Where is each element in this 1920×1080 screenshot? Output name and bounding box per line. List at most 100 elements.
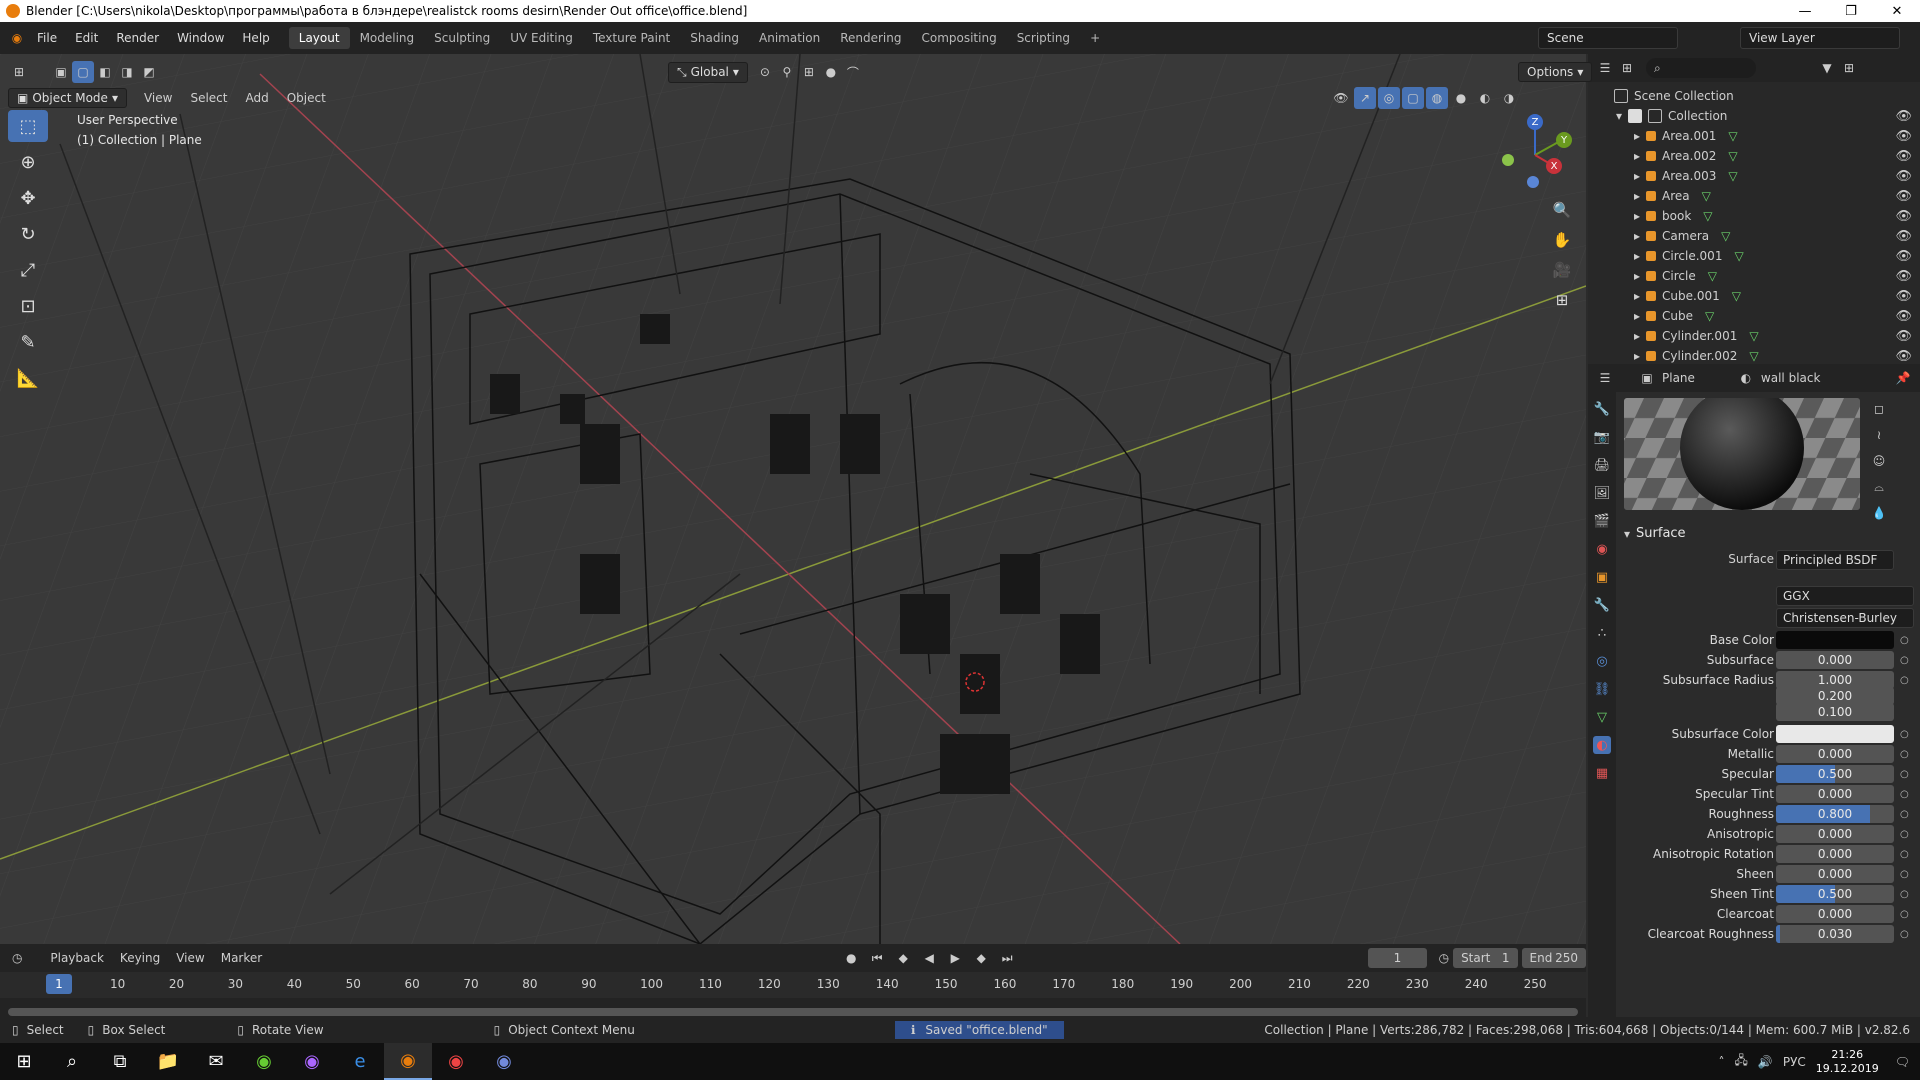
editor-type-icon[interactable]: ☰	[1594, 57, 1616, 79]
record-icon[interactable]: ●	[840, 947, 862, 969]
socket-icon[interactable]: ○	[1900, 829, 1909, 840]
neg-z-axis-handle[interactable]	[1527, 176, 1539, 188]
menu-render[interactable]: Render	[107, 31, 168, 45]
timeline-menu-view[interactable]: View	[168, 951, 212, 965]
property-field[interactable]: 0.100	[1776, 703, 1894, 721]
blender-menu-icon[interactable]: ◉	[6, 27, 28, 49]
property-field[interactable]: 0.500	[1776, 765, 1894, 783]
preview-range-icon[interactable]: ◷	[1435, 947, 1453, 969]
outliner-item[interactable]: ▸ Cube.001 ▽ 👁	[1588, 286, 1920, 306]
rotate-tool-icon[interactable]: ↻	[8, 218, 48, 250]
eye-icon[interactable]: 👁	[1895, 249, 1912, 264]
socket-icon[interactable]: ○	[1900, 809, 1909, 820]
distribution-dropdown[interactable]: GGX	[1776, 586, 1914, 606]
volume-icon[interactable]: 🔊	[1758, 1055, 1773, 1069]
scene-tab-icon[interactable]: 🎬	[1593, 512, 1611, 530]
particles-tab-icon[interactable]: ∴	[1593, 624, 1611, 642]
property-field[interactable]: 0.500	[1776, 885, 1894, 903]
socket-icon[interactable]: ○	[1900, 749, 1909, 760]
editor-type-icon[interactable]: ⊞	[8, 61, 30, 83]
property-field[interactable]: 0.030	[1776, 925, 1894, 943]
pan-icon[interactable]: ✋	[1548, 226, 1576, 254]
workspace-tab-uv-editing[interactable]: UV Editing	[500, 27, 583, 49]
3d-viewport[interactable]	[0, 54, 1586, 944]
options-dropdown[interactable]: Options ▾	[1518, 62, 1593, 82]
cursor-tool-icon[interactable]: ⊕	[8, 146, 48, 178]
expand-arrow-icon[interactable]: ▸	[1634, 189, 1640, 203]
object-data-tab-icon[interactable]: ▽	[1593, 708, 1611, 726]
editor-type-icon[interactable]: ◷	[8, 947, 26, 969]
navigation-gizmo[interactable]: Z Y X	[1490, 110, 1580, 200]
end-frame-field[interactable]: End 250	[1521, 948, 1586, 968]
search-icon[interactable]: ⌕	[48, 1043, 96, 1080]
snap-grid-icon[interactable]: ⊞	[798, 61, 820, 83]
data-type-icon[interactable]: ▽	[1728, 169, 1737, 183]
outliner-search-input[interactable]: ⌕	[1646, 58, 1756, 78]
checkbox-icon[interactable]	[1628, 109, 1643, 123]
data-type-icon[interactable]: ▽	[1749, 349, 1758, 363]
eye-icon[interactable]: 👁	[1895, 229, 1912, 244]
preview-fluid-icon[interactable]: 💧	[1868, 502, 1890, 524]
object-mode-dropdown[interactable]: ▣ Object Mode ▾	[8, 88, 127, 108]
tray-arrow-icon[interactable]: ˄	[1719, 1055, 1725, 1069]
expand-arrow-icon[interactable]: ▸	[1634, 309, 1640, 323]
material-tab-icon[interactable]: ◐	[1593, 736, 1611, 754]
property-field[interactable]: 0.800	[1776, 805, 1894, 823]
property-field[interactable]: 0.000	[1776, 651, 1894, 669]
expand-arrow-icon[interactable]: ▸	[1634, 269, 1640, 283]
data-type-icon[interactable]: ▽	[1734, 249, 1743, 263]
eye-icon[interactable]: 👁	[1895, 109, 1912, 124]
filter-icon[interactable]: ▼	[1816, 57, 1838, 79]
modifier-tab-icon[interactable]: 🔧	[1593, 596, 1611, 614]
eye-icon[interactable]: 👁	[1895, 129, 1912, 144]
tor-browser-icon[interactable]: ◉	[288, 1043, 336, 1080]
material-shading-icon[interactable]: ◐	[1474, 87, 1496, 109]
camera-view-icon[interactable]: 🎥	[1548, 256, 1576, 284]
eye-icon[interactable]: 👁	[1895, 349, 1912, 364]
language-indicator[interactable]: РУС	[1783, 1055, 1806, 1069]
outliner-item[interactable]: ▸ Circle.001 ▽ 👁	[1588, 246, 1920, 266]
eye-icon[interactable]: 👁	[1895, 269, 1912, 284]
outliner-item[interactable]: ▸ book ▽ 👁	[1588, 206, 1920, 226]
transform-tool-icon[interactable]: ⊡	[8, 290, 48, 322]
socket-icon[interactable]: ○	[1900, 869, 1909, 880]
notifications-icon[interactable]: 🗨	[1895, 1055, 1910, 1069]
timeline-menu-marker[interactable]: Marker	[213, 951, 270, 965]
neg-y-axis-handle[interactable]	[1502, 154, 1514, 166]
edge-icon[interactable]: e	[336, 1043, 384, 1080]
preview-hair-icon[interactable]: ≀	[1868, 424, 1890, 446]
eye-icon[interactable]: 👁	[1895, 169, 1912, 184]
socket-icon[interactable]: ○	[1900, 889, 1909, 900]
data-type-icon[interactable]: ▽	[1703, 209, 1712, 223]
expand-arrow-icon[interactable]: ▸	[1634, 329, 1640, 343]
workspace-tab-rendering[interactable]: Rendering	[830, 27, 911, 49]
discord-icon[interactable]: ◉	[480, 1043, 528, 1080]
timeline-menu-playback[interactable]: Playback	[42, 951, 112, 965]
menu-file[interactable]: File	[28, 31, 66, 45]
subsurface-method-dropdown[interactable]: Christensen-Burley	[1776, 608, 1914, 628]
visibility-icon[interactable]: 👁	[1330, 87, 1352, 109]
select-extend-icon[interactable]: ◧	[94, 61, 116, 83]
z-axis-handle[interactable]: Z	[1527, 114, 1543, 130]
mail-icon[interactable]: ✉	[192, 1043, 240, 1080]
material-name[interactable]: wall black	[1761, 371, 1821, 385]
data-type-icon[interactable]: ▽	[1708, 269, 1717, 283]
collection-row[interactable]: ▾ Collection 👁	[1588, 106, 1920, 126]
tool-tab-icon[interactable]: 🔧	[1593, 400, 1611, 418]
preview-cloth-icon[interactable]: ⌓	[1868, 476, 1890, 498]
data-type-icon[interactable]: ▽	[1728, 149, 1737, 163]
socket-icon[interactable]: ○	[1900, 655, 1909, 666]
data-type-icon[interactable]: ▽	[1749, 329, 1758, 343]
workspace-tab-animation[interactable]: Animation	[749, 27, 830, 49]
pin-icon[interactable]: 📌	[1892, 367, 1914, 389]
maximize-button[interactable]: ❐	[1828, 0, 1874, 22]
scene-selector[interactable]: Scene	[1538, 27, 1678, 49]
constraints-tab-icon[interactable]: ⛓	[1593, 680, 1611, 698]
viewport-menu-select[interactable]: Select	[181, 91, 236, 105]
expand-arrow-icon[interactable]: ▸	[1634, 289, 1640, 303]
select-new-icon[interactable]: ▢	[72, 61, 94, 83]
workspace-tab-shading[interactable]: Shading	[680, 27, 749, 49]
outliner-item[interactable]: ▸ Circle ▽ 👁	[1588, 266, 1920, 286]
outliner-item[interactable]: ▸ Area.002 ▽ 👁	[1588, 146, 1920, 166]
data-type-icon[interactable]: ▽	[1728, 129, 1737, 143]
